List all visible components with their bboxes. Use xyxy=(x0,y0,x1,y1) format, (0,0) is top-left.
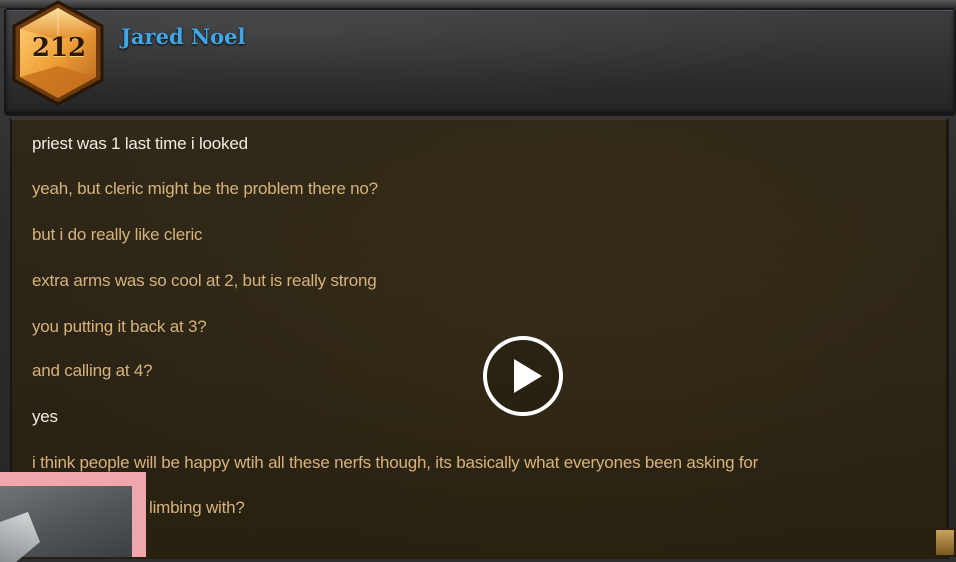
chat-message: limbing with? xyxy=(149,498,245,517)
play-button[interactable] xyxy=(483,336,563,416)
webcam-overlay xyxy=(0,472,146,562)
chat-message: extra arms was so cool at 2, but is real… xyxy=(32,271,377,290)
chat-message: yeah, but cleric might be the problem th… xyxy=(32,179,378,198)
app-frame: 212 Jared Noel priest was 1 last time i … xyxy=(0,0,956,562)
chat-message: and calling at 4? xyxy=(32,361,153,380)
chat-log-panel: priest was 1 last time i looked yeah, bu… xyxy=(10,118,949,559)
player-name[interactable]: Jared Noel xyxy=(121,24,246,49)
play-icon xyxy=(514,359,542,393)
rank-number: 212 xyxy=(31,33,87,63)
header-top-strip xyxy=(0,0,956,8)
chat-message: i think people will be happy wtih all th… xyxy=(32,453,759,472)
chat-message: priest was 1 last time i looked xyxy=(32,134,248,153)
chat-message: you putting it back at 3? xyxy=(32,317,207,336)
corner-deck-icon[interactable] xyxy=(934,528,956,557)
webcam-feed xyxy=(0,486,132,562)
chat-message: yes xyxy=(32,407,58,426)
chat-message: but i do really like cleric xyxy=(32,225,203,244)
webcam-subject xyxy=(0,512,40,562)
